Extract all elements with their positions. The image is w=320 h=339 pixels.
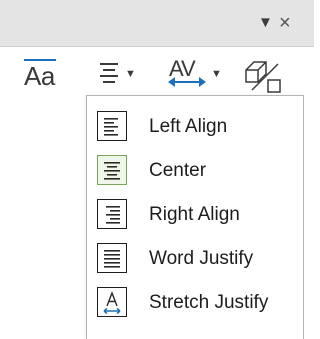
menu-item-label: Right Align [149, 204, 240, 225]
align-icon [100, 63, 118, 83]
stretch-justify-icon [97, 287, 127, 317]
menu-item-center[interactable]: Center [87, 148, 303, 192]
align-center-icon [97, 155, 127, 185]
dropdown-triangle-icon[interactable]: ▼ [258, 13, 273, 33]
close-icon[interactable]: × [279, 13, 291, 33]
fontwork-shape-icon [245, 61, 281, 93]
character-label: Aa [24, 61, 55, 91]
chevron-down-icon: ▼ [211, 68, 222, 80]
menu-item-label: Center [149, 160, 207, 181]
panel-titlebar: ▼ × [0, 0, 314, 47]
menu-item-word-justify[interactable]: Word Justify [87, 236, 303, 280]
fontwork-toolbar: Aa ▼ AV ▼ [0, 47, 314, 97]
character-button[interactable]: Aa [4, 50, 64, 94]
align-right-icon [97, 199, 127, 229]
menu-item-label: Left Align [149, 116, 228, 137]
fontwork-shape-button[interactable] [238, 50, 294, 94]
menu-item-left-align[interactable]: Left Align [87, 104, 303, 148]
arrow-right-icon [199, 77, 206, 87]
menu-item-label: Word Justify [149, 248, 254, 269]
fontwork-character-spacing-button[interactable]: AV ▼ [162, 50, 228, 94]
fontwork-align-button[interactable]: ▼ [90, 50, 150, 94]
character-spacing-icon [170, 81, 202, 83]
align-left-icon [97, 111, 127, 141]
menu-item-right-align[interactable]: Right Align [87, 192, 303, 236]
menu-item-stretch-justify[interactable]: Stretch Justify [87, 280, 303, 324]
chevron-down-icon: ▼ [125, 68, 136, 80]
menu-item-label: Stretch Justify [149, 292, 269, 313]
fontwork-align-menu: Left Align Center Right Align Word Justi… [86, 95, 304, 339]
word-justify-icon [97, 243, 127, 273]
